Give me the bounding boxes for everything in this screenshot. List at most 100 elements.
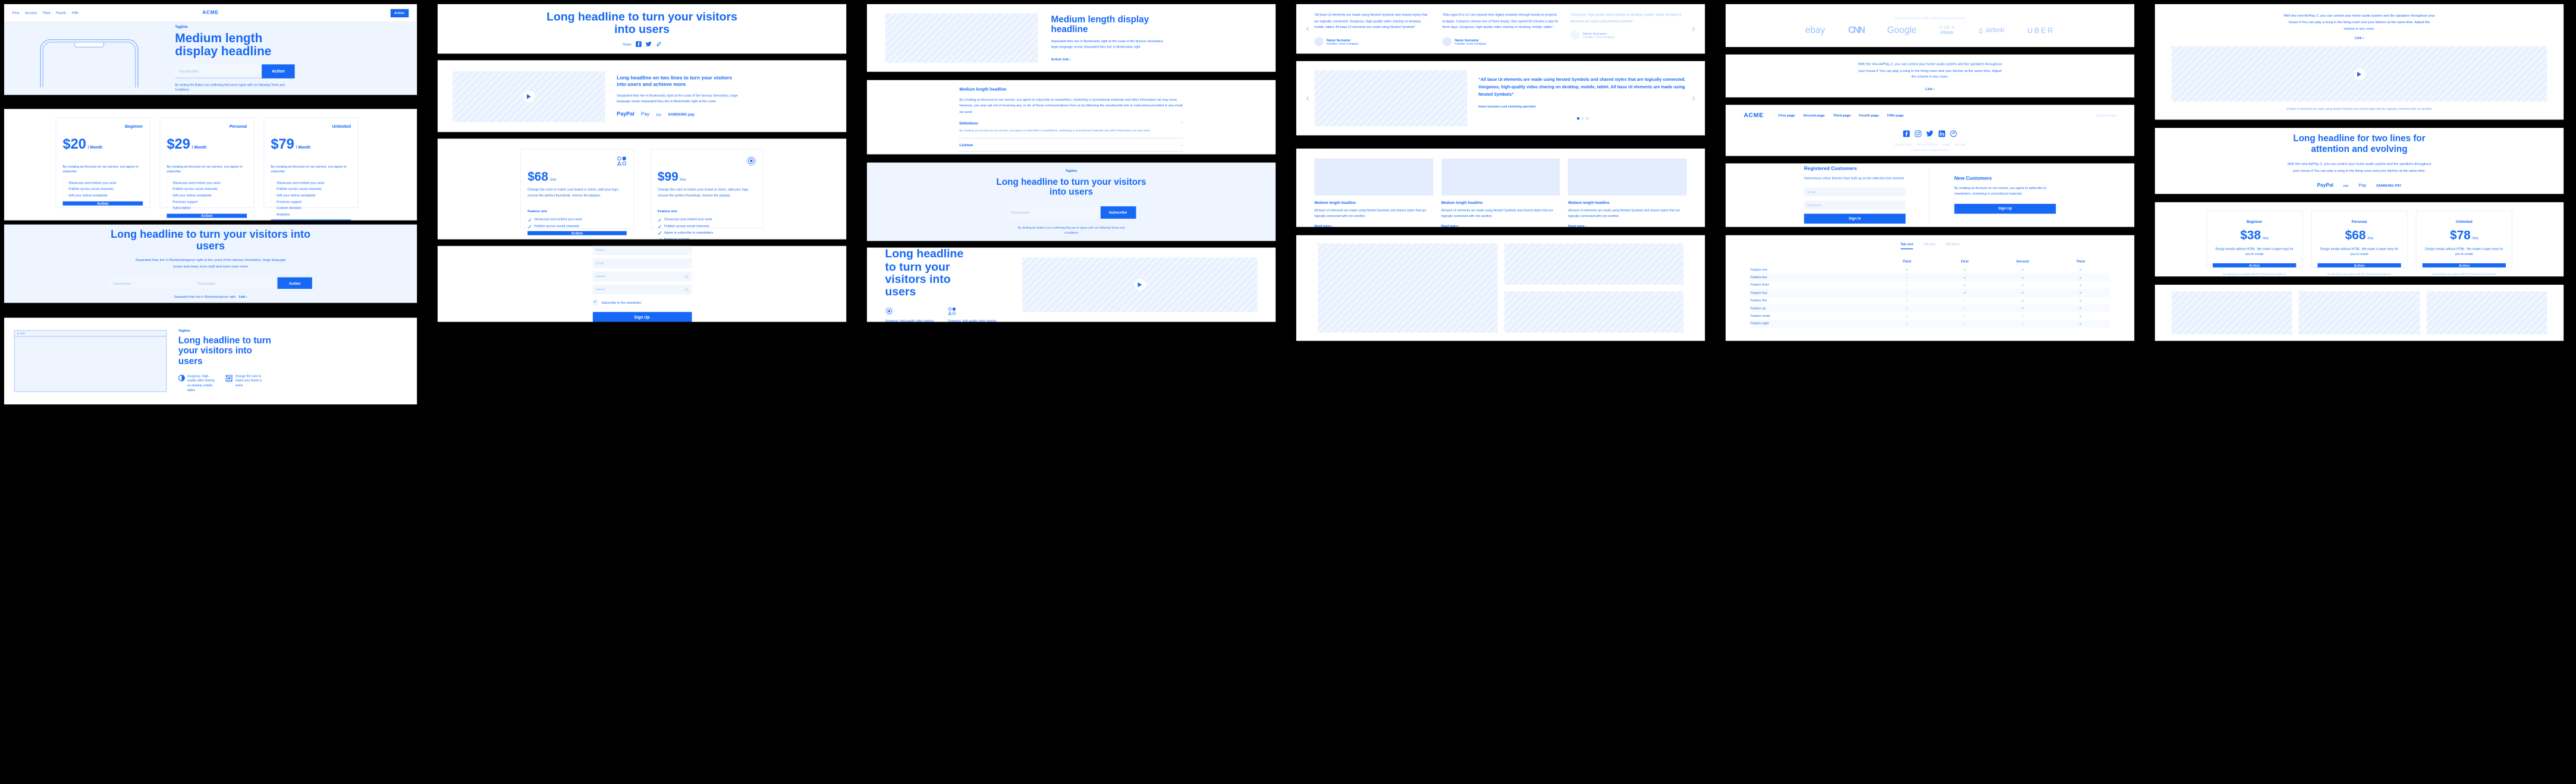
gallery-tile[interactable] [2298,291,2420,335]
legal-link-privacy[interactable]: Privacy Policy [1895,143,1912,146]
plan-action-button[interactable]: Action [2422,263,2506,267]
legal-link-terms[interactable]: Terms of Service [1917,143,1937,146]
chevron-up-icon[interactable]: ⌃ [1180,121,1183,125]
checkbox-icon[interactable]: ✓ [592,299,598,306]
play-icon[interactable] [1134,279,1146,291]
nav-action-button[interactable]: Action [390,8,409,17]
plan-action-button[interactable]: Action [2317,263,2401,267]
login-email-field[interactable]: Email [1804,187,1906,197]
plan-action-button[interactable]: Action [271,219,351,221]
nav-item-third[interactable]: Third [42,11,50,15]
browser-titlebar [14,331,167,337]
card-link[interactable]: Read more › [1441,224,1560,227]
nav-item-fifth[interactable]: Fifth [72,11,78,15]
plan-action-button[interactable]: Action [62,201,143,206]
subscribe-button[interactable]: Subscribe [1100,206,1136,219]
play-icon[interactable] [523,90,535,102]
tab-three[interactable]: Tab three [1945,242,1959,249]
accordion-headline: Medium length headline [959,87,1007,93]
twitter-icon[interactable] [646,42,652,48]
nav-item-first[interactable]: First [12,11,19,15]
dot-active[interactable] [1577,117,1579,119]
hero-input[interactable]: Placeholder [175,64,262,79]
carousel-prev-button[interactable]: ‹ [1301,24,1314,34]
hero-terms: By clicking the Button you confirming th… [175,83,285,92]
footer-link-second[interactable]: Second page [1804,113,1825,117]
subscribe-input[interactable]: Placeholder [1007,206,1101,219]
instagram-icon[interactable] [1914,130,1921,137]
carousel-prev-button[interactable]: ‹ [1301,93,1314,103]
foot-link[interactable]: Link › [591,239,599,240]
video-placeholder[interactable] [452,70,605,122]
cell-cross: ✕ [1905,291,1908,295]
newsletter-checkbox-row[interactable]: ✓ Subscribe to the newsletter [592,299,692,306]
nav-item-fourth[interactable]: Fourth [56,11,66,15]
gallery-tile[interactable] [1317,243,1497,333]
dot[interactable] [1586,117,1589,119]
text-link[interactable]: Link › [1925,87,1935,91]
hero-action-button[interactable]: Action [262,64,295,79]
tab-one[interactable]: Tab one [1900,242,1914,250]
facebook-icon[interactable] [1903,130,1910,137]
cta-foot-link[interactable]: Link › [239,295,247,299]
linkedin-icon[interactable] [1939,130,1946,137]
login-password-field[interactable]: Password [1804,200,1906,210]
cta-action-button[interactable]: Action [277,277,312,289]
carousel-next-button[interactable]: › [1687,24,1700,34]
gallery-tile[interactable] [1504,243,1684,285]
plan-action-button[interactable]: Action [527,231,627,235]
legal-link-legal[interactable]: Legal [1943,143,1950,146]
link-icon[interactable] [656,42,661,48]
signin-button[interactable]: Sign In [1804,213,1906,224]
signup-button[interactable]: Sign Up [1954,203,2056,214]
card-link[interactable]: Read more › [1568,224,1686,227]
language-selector[interactable]: English version [2096,114,2116,117]
split-headline: Long headline to turn your visitors into… [885,247,964,298]
content-card: Medium length headline All base UI eleme… [1441,158,1560,227]
twitter-icon[interactable] [1926,130,1934,137]
gallery2-grid [2171,291,2547,335]
facebook-icon[interactable] [636,41,642,48]
eye-icon[interactable] [684,288,689,291]
signup-button[interactable]: Sign Up [592,311,692,322]
pricing-card: Personal $29 / Month By creating an Acco… [159,117,255,218]
email-field[interactable]: Email [592,257,692,268]
carousel-dots[interactable] [1478,117,1687,119]
accordion-item[interactable]: Definitions ⌃ [959,121,1183,125]
tab-two[interactable]: Tab two [1923,242,1935,249]
dot[interactable] [1581,117,1584,119]
chevron-down-icon[interactable]: ⌄ [1180,143,1183,147]
gallery-tile[interactable] [1504,291,1684,333]
pinterest-icon[interactable] [1950,130,1957,137]
plan-action-button[interactable]: Action [167,213,247,218]
name-field[interactable]: Name [592,245,692,255]
legal-link-sitemap[interactable]: Site Map [1955,143,1966,146]
cell-cross: ✕ [2021,314,2024,319]
footer-link-third[interactable]: Third page [1833,113,1851,117]
footer-link-fifth[interactable]: Fifth page [1887,113,1904,117]
row-label: Feature three [1750,283,1770,287]
videotext-link[interactable]: Link › [2355,36,2364,40]
footer-link-fourth[interactable]: Fourth page [1859,113,1879,117]
gallery-tile[interactable] [2426,291,2547,335]
accordion-item[interactable]: Permitted use and restrictions ⌄ [959,152,1183,154]
gallery-tile[interactable] [2171,291,2292,335]
cta-input-2[interactable]: Placeholder [193,277,276,289]
carousel-next-button[interactable]: › [1687,93,1700,103]
nav-item-second[interactable]: Second [25,11,37,15]
cell-check: ✓ [2079,291,2082,295]
split-video[interactable] [1022,257,1258,312]
section-cta: Long headline to turn your visitors into… [4,224,417,303]
videotext-player[interactable] [2171,46,2547,102]
play-icon[interactable] [2353,68,2365,80]
feature-item: Publish across social channels [527,222,626,233]
card-link[interactable]: Read more › [1314,224,1432,227]
media-link[interactable]: Action link › [1051,57,1258,61]
plan-action-button[interactable]: Action [2213,263,2297,267]
password-field[interactable]: •••••••••••• [592,271,692,281]
cta-input-1[interactable]: Placeholder [109,277,192,289]
footer-link-first[interactable]: First page [1779,113,1795,117]
eye-icon[interactable] [684,275,689,278]
accordion-item[interactable]: License ⌄ [959,138,1183,151]
password-confirm-field[interactable]: •••••••••••• [592,284,692,294]
